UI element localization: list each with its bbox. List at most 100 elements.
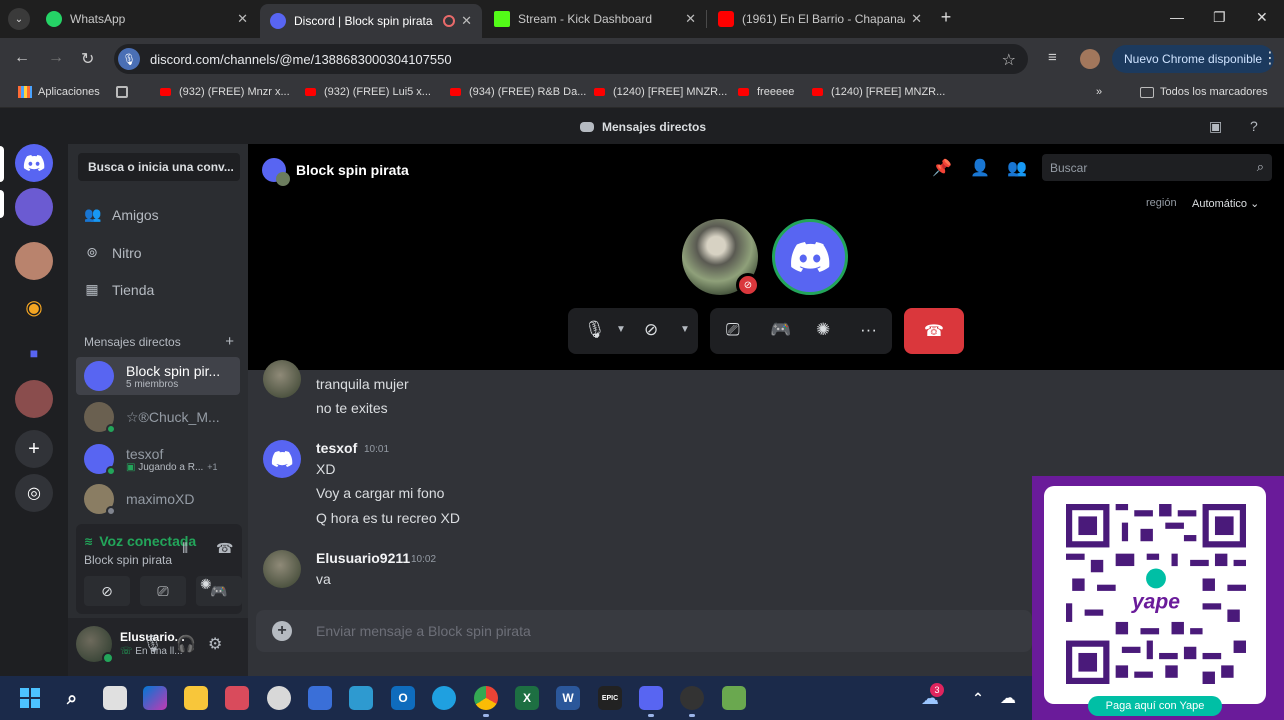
user-avatar[interactable] [76, 626, 114, 664]
headphones-icon[interactable]: 🎧 [176, 634, 196, 654]
tab-kick[interactable]: Stream - Kick Dashboard ✕ [484, 0, 706, 38]
camera-options-chevron-icon[interactable]: ▼ [680, 324, 690, 335]
bookmark-item[interactable]: freeeee [738, 86, 794, 98]
screen-share-button[interactable]: ⎚ [140, 576, 186, 606]
excel-icon[interactable]: X [515, 686, 539, 710]
profile-avatar[interactable] [1080, 49, 1100, 69]
message-input[interactable] [316, 610, 1016, 652]
mic-options-chevron-icon[interactable]: ▼ [616, 324, 626, 335]
search-icon[interactable]: ⌕ [60, 686, 84, 710]
member-list-icon[interactable]: 👥 [1007, 158, 1027, 178]
forward-icon[interactable]: → [48, 49, 64, 67]
camera-off-button[interactable]: ⊘ [84, 576, 130, 606]
dm-item-tesxof[interactable]: tesxof ▣ Jugando a R... +1 [76, 440, 240, 478]
minimize-icon[interactable]: — [1170, 9, 1184, 25]
bookmark-grid-icon[interactable] [116, 86, 134, 98]
clock-icon[interactable] [267, 686, 291, 710]
screen-share-button[interactable]: ⎚ [726, 320, 740, 340]
bookmark-item[interactable]: (934) (FREE) R&B Da... [450, 86, 586, 98]
browser-menu-icon[interactable]: ⋮ [1262, 48, 1278, 68]
bookmarks-folder[interactable]: Todos los marcadores [1140, 86, 1268, 98]
bookmark-item[interactable]: (932) (FREE) Lui5 x... [305, 86, 431, 98]
microphone-muted-button[interactable]: 🎙 [584, 320, 606, 340]
app-icon[interactable] [349, 686, 373, 710]
reload-icon[interactable]: ↻ [81, 49, 94, 69]
dm-search-button[interactable]: Busca o inicia una conv... [78, 153, 240, 181]
obs-icon[interactable] [680, 686, 704, 710]
onedrive-icon[interactable]: ☁ [996, 686, 1020, 710]
hang-up-button[interactable]: ☎ [904, 308, 964, 354]
windows-start-icon[interactable] [18, 686, 42, 710]
add-friends-icon[interactable]: 👤 [970, 158, 990, 178]
voice-channel-name[interactable]: Block spin pirata [84, 553, 172, 567]
add-attachment-icon[interactable]: + [272, 621, 292, 641]
soundboard-button[interactable]: ✺ [816, 320, 830, 340]
settings-gear-icon[interactable]: ⚙ [208, 634, 222, 654]
tab-youtube[interactable]: (1961) En El Barrio - Chapana/V ✕ [708, 0, 932, 38]
dm-item-maximo[interactable]: maximoXD [76, 480, 240, 518]
search-input[interactable]: Buscar ⌕ [1042, 154, 1272, 181]
message-author[interactable]: tesxof [316, 440, 357, 456]
noise-suppression-icon[interactable]: ⦀ [182, 540, 188, 557]
server-icon[interactable] [15, 380, 53, 418]
media-control-icon[interactable]: ≡ [1048, 49, 1057, 66]
direct-messages-icon[interactable] [15, 144, 53, 182]
tab-discord[interactable]: Discord | Block spin pirata ✕ [260, 4, 482, 38]
help-icon[interactable]: ? [1250, 118, 1258, 134]
microphone-icon[interactable]: 🎙 [142, 634, 162, 654]
close-window-icon[interactable]: ✕ [1256, 9, 1268, 26]
new-tab-icon[interactable]: + [936, 8, 956, 28]
nav-friends[interactable]: 👥 Amigos [84, 206, 159, 223]
tab-search-icon[interactable]: ⌄ [8, 8, 30, 30]
discord-taskbar-icon[interactable] [639, 686, 663, 710]
soundboard-icon[interactable]: ✺ [200, 576, 218, 593]
chrome-icon[interactable] [474, 686, 498, 710]
pin-icon[interactable]: 📌 [932, 158, 952, 178]
inbox-icon[interactable]: ▣ [1209, 118, 1222, 135]
outlook-icon[interactable]: O [391, 686, 415, 710]
create-dm-icon[interactable]: + [225, 333, 234, 350]
nav-nitro[interactable]: ⊚ Nitro [84, 244, 141, 261]
game-server-icon[interactable]: ◉ [15, 288, 53, 326]
edge-icon[interactable] [432, 686, 456, 710]
app-icon[interactable] [225, 686, 249, 710]
nav-shop[interactable]: ▦ Tienda [84, 281, 154, 298]
dm-item-block-spin[interactable]: Block spin pir... 5 miembros [76, 357, 240, 395]
server-icon[interactable] [15, 188, 53, 226]
participant-avatar[interactable] [772, 219, 848, 295]
back-icon[interactable]: ← [14, 49, 30, 67]
minecraft-icon[interactable] [722, 686, 746, 710]
close-tab-icon[interactable]: ✕ [461, 13, 472, 29]
system-tray-chevron-icon[interactable]: ⌃ [966, 686, 990, 710]
discover-icon[interactable]: ◎ [15, 474, 53, 512]
more-bookmarks-icon[interactable]: » [1096, 86, 1102, 98]
close-tab-icon[interactable]: ✕ [237, 11, 248, 27]
add-server-icon[interactable]: + [15, 430, 53, 468]
chrome-update-button[interactable]: Nuevo Chrome disponible [1112, 45, 1275, 73]
bookmark-star-icon[interactable]: ☆ [1002, 50, 1016, 70]
file-explorer-icon[interactable] [184, 686, 208, 710]
bookmark-item[interactable]: (932) (FREE) Mnzr x... [160, 86, 290, 98]
server-icon[interactable] [15, 242, 53, 280]
camera-off-button[interactable]: ⊘ [644, 320, 658, 340]
bookmark-item[interactable]: (1240) [FREE] MNZR... [812, 86, 945, 98]
site-info-icon[interactable]: 🎙 [118, 48, 140, 70]
bookmark-item[interactable]: (1240) [FREE] MNZR... [594, 86, 727, 98]
folder-icon[interactable]: ■ [15, 334, 53, 372]
epic-games-icon[interactable]: EPIC [598, 686, 622, 710]
more-options-icon[interactable]: ··· [860, 320, 877, 340]
close-tab-icon[interactable]: ✕ [685, 11, 696, 27]
url-text[interactable]: discord.com/channels/@me/138868300030410… [150, 52, 452, 67]
activity-gamepad-button[interactable]: 🎮 [770, 320, 791, 340]
address-bar[interactable]: 🎙 discord.com/channels/@me/1388683000304… [114, 44, 1028, 74]
task-view-icon[interactable] [103, 686, 127, 710]
bookmark-apps[interactable]: Aplicaciones [18, 86, 100, 98]
message-author[interactable]: Elusuario9211 [316, 550, 410, 566]
region-dropdown[interactable]: Automático ⌄ [1192, 197, 1259, 210]
disconnect-icon[interactable]: ☎ [216, 540, 233, 557]
restore-icon[interactable]: ❐ [1213, 9, 1226, 26]
dm-item-chuck[interactable]: ☆®Chuck_M... [76, 398, 240, 436]
tab-whatsapp[interactable]: WhatsApp ✕ [36, 0, 258, 38]
copilot-icon[interactable] [143, 686, 167, 710]
word-icon[interactable]: W [556, 686, 580, 710]
